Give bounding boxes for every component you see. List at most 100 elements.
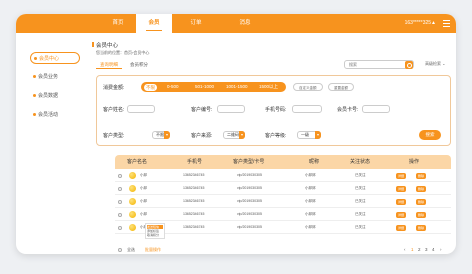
delete-button[interactable]: 删除 xyxy=(416,224,426,231)
sidebar-item-member-data[interactable]: 会员数据 xyxy=(30,90,80,102)
col-customer-name: 客户名名 xyxy=(127,159,148,165)
select-all-checkbox[interactable] xyxy=(118,248,122,252)
customer-type-value: 不限 xyxy=(156,132,164,137)
customer-level-select[interactable]: 一级 xyxy=(297,131,321,139)
select-all-label: 全选 xyxy=(127,247,135,252)
hamburger-menu-icon[interactable] xyxy=(443,20,450,27)
member-card-label: 会员卡号: xyxy=(337,107,359,113)
reset-amount-button[interactable]: 重置金额 xyxy=(328,83,354,91)
customer-no-label: 客户编号: xyxy=(191,107,213,113)
search-input[interactable]: 搜索 xyxy=(344,60,414,69)
table-footer: 全选 批量操作 ‹ 1 2 3 4 › xyxy=(115,246,451,254)
popup-item-cancel-points[interactable]: 取消积分 xyxy=(147,233,163,237)
customer-source-value: 二维码 xyxy=(227,132,239,137)
top-nav-bar: 首页 会员 订单 消息 163*****325▲ xyxy=(16,14,456,33)
cell-nickname: 小邱邱 xyxy=(305,173,316,177)
nav-messages[interactable]: 消息 xyxy=(227,14,263,33)
avatar xyxy=(129,198,136,205)
nav-member[interactable]: 会员 xyxy=(136,14,172,33)
app-window: 首页 会员 订单 消息 163*****325▲ 会员中心 会员业务 会员数据 … xyxy=(16,14,456,254)
row-checkbox[interactable] xyxy=(118,225,122,230)
sidebar: 会员中心 会员业务 会员数据 会员活动 xyxy=(30,52,80,128)
row-checkbox[interactable] xyxy=(118,173,122,178)
custom-amount-button[interactable]: 自定义金额 xyxy=(293,83,323,91)
tab-query-detail[interactable]: 查询明细 xyxy=(96,60,122,69)
pagination-page-4[interactable]: 4 xyxy=(432,247,435,252)
nav-orders[interactable]: 订单 xyxy=(178,14,214,33)
col-follow-status: 关注状态 xyxy=(350,159,371,165)
nav-home[interactable]: 首页 xyxy=(100,14,136,33)
sidebar-item-member-business[interactable]: 会员业务 xyxy=(30,71,80,83)
delete-button[interactable]: 删除 xyxy=(416,172,426,179)
batch-action-button[interactable]: 批量操作 xyxy=(145,247,161,253)
tab-member-points[interactable]: 会员积分 xyxy=(126,60,152,69)
customer-source-label: 客户来源: xyxy=(191,133,213,139)
pagination-page-3[interactable]: 3 xyxy=(425,247,428,252)
member-table: 客户名名 手机号 客户类型/卡号 昵称 关注状态 操作 小邱 136523467… xyxy=(115,155,451,239)
avatar xyxy=(129,224,136,231)
page-title: 会员中心 xyxy=(91,42,119,49)
cell-name: 小邱 xyxy=(140,212,147,216)
user-account[interactable]: 163*****325▲ xyxy=(405,14,436,33)
member-card-input[interactable] xyxy=(362,105,390,113)
col-nickname: 昵称 xyxy=(309,159,320,165)
cell-nickname: 小邱邱 xyxy=(305,186,316,190)
chevron-down-icon xyxy=(315,131,321,139)
row-checkbox[interactable] xyxy=(118,212,122,217)
phone-label: 手机号码: xyxy=(265,107,287,113)
customer-type-select[interactable]: 不限 xyxy=(152,131,170,139)
cell-phone: 13652346745 xyxy=(183,225,205,229)
detail-button[interactable]: 详细 xyxy=(396,224,406,231)
avatar xyxy=(129,185,136,192)
detail-button[interactable]: 详细 xyxy=(396,172,406,179)
cell-name: 小邱 xyxy=(140,186,147,190)
cell-status: 已关注 xyxy=(355,212,366,216)
amount-option-0-500[interactable]: 0-500 xyxy=(167,82,179,92)
customer-level-label: 客户等级: xyxy=(265,133,287,139)
customer-no-input[interactable] xyxy=(217,105,245,113)
row-checkbox[interactable] xyxy=(118,199,122,204)
delete-button[interactable]: 删除 xyxy=(416,185,426,192)
customer-source-select[interactable]: 二维码 xyxy=(223,131,245,139)
filter-panel: 消费金额: 不限 0-500 501-1000 1001-1500 1500以上… xyxy=(96,75,451,146)
cell-status: 已关注 xyxy=(355,173,366,177)
detail-button[interactable]: 详细 xyxy=(396,211,406,218)
pagination-page-2[interactable]: 2 xyxy=(418,247,421,252)
advanced-search-link[interactable]: 高级检索 ⌄ xyxy=(425,61,445,67)
sidebar-item-member-center[interactable]: 会员中心 xyxy=(30,52,80,64)
table-row: 小邱 13652346745 vip/2019030305 小邱邱 已关注 详细… xyxy=(115,208,451,221)
pagination-prev[interactable]: ‹ xyxy=(404,247,406,252)
search-button[interactable]: 搜索 xyxy=(419,130,441,140)
amount-option-1001-1500[interactable]: 1001-1500 xyxy=(226,82,248,92)
cell-phone: 13652346745 xyxy=(183,173,205,177)
col-card: 客户类型/卡号 xyxy=(233,159,265,165)
pagination-next[interactable]: › xyxy=(440,247,442,252)
chevron-down-icon xyxy=(239,131,245,139)
row-checkbox[interactable] xyxy=(118,186,122,191)
customer-name-input[interactable] xyxy=(127,105,155,113)
amount-label: 消费金额: xyxy=(103,85,125,91)
delete-button[interactable]: 删除 xyxy=(416,211,426,218)
delete-button[interactable]: 删除 xyxy=(416,198,426,205)
cell-nickname: 小邱邱 xyxy=(305,225,316,229)
amount-range-selector: 不限 0-500 501-1000 1001-1500 1500以上 xyxy=(141,82,286,92)
amount-option-1500-plus[interactable]: 1500以上 xyxy=(259,82,278,92)
amount-option-any[interactable]: 不限 xyxy=(144,83,157,91)
phone-input[interactable] xyxy=(292,105,322,113)
customer-level-value: 一级 xyxy=(301,132,309,137)
customer-name-label: 客户姓名: xyxy=(103,107,125,113)
cell-card: vip/2019030305 xyxy=(237,225,262,229)
cell-nickname: 小邱邱 xyxy=(305,199,316,203)
row-action-popup: 发送短信 添加标签 取消积分 xyxy=(145,223,165,239)
detail-button[interactable]: 详细 xyxy=(396,185,406,192)
pagination-page-1[interactable]: 1 xyxy=(411,247,414,252)
customer-type-label: 客户类型: xyxy=(103,133,125,139)
cell-status: 已关注 xyxy=(355,225,366,229)
sidebar-item-member-activity[interactable]: 会员活动 xyxy=(30,109,80,121)
detail-button[interactable]: 详细 xyxy=(396,198,406,205)
avatar xyxy=(129,211,136,218)
amount-option-501-1000[interactable]: 501-1000 xyxy=(195,82,214,92)
table-row: 小邱 13652346745 vip/2019030305 小邱邱 已关注 详细… xyxy=(115,169,451,182)
cell-card: vip/2019030305 xyxy=(237,173,262,177)
search-icon[interactable] xyxy=(405,61,413,69)
